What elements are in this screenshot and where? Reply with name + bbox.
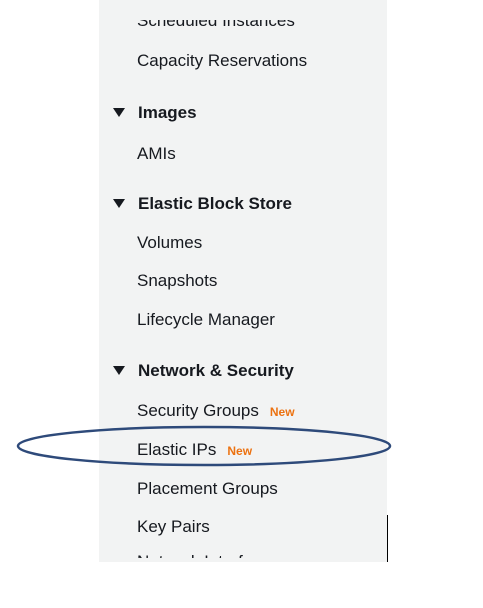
highlight-ellipse-annotation [16, 425, 392, 467]
screenshot-stage: Scheduled Instances Capacity Reservation… [0, 0, 483, 608]
